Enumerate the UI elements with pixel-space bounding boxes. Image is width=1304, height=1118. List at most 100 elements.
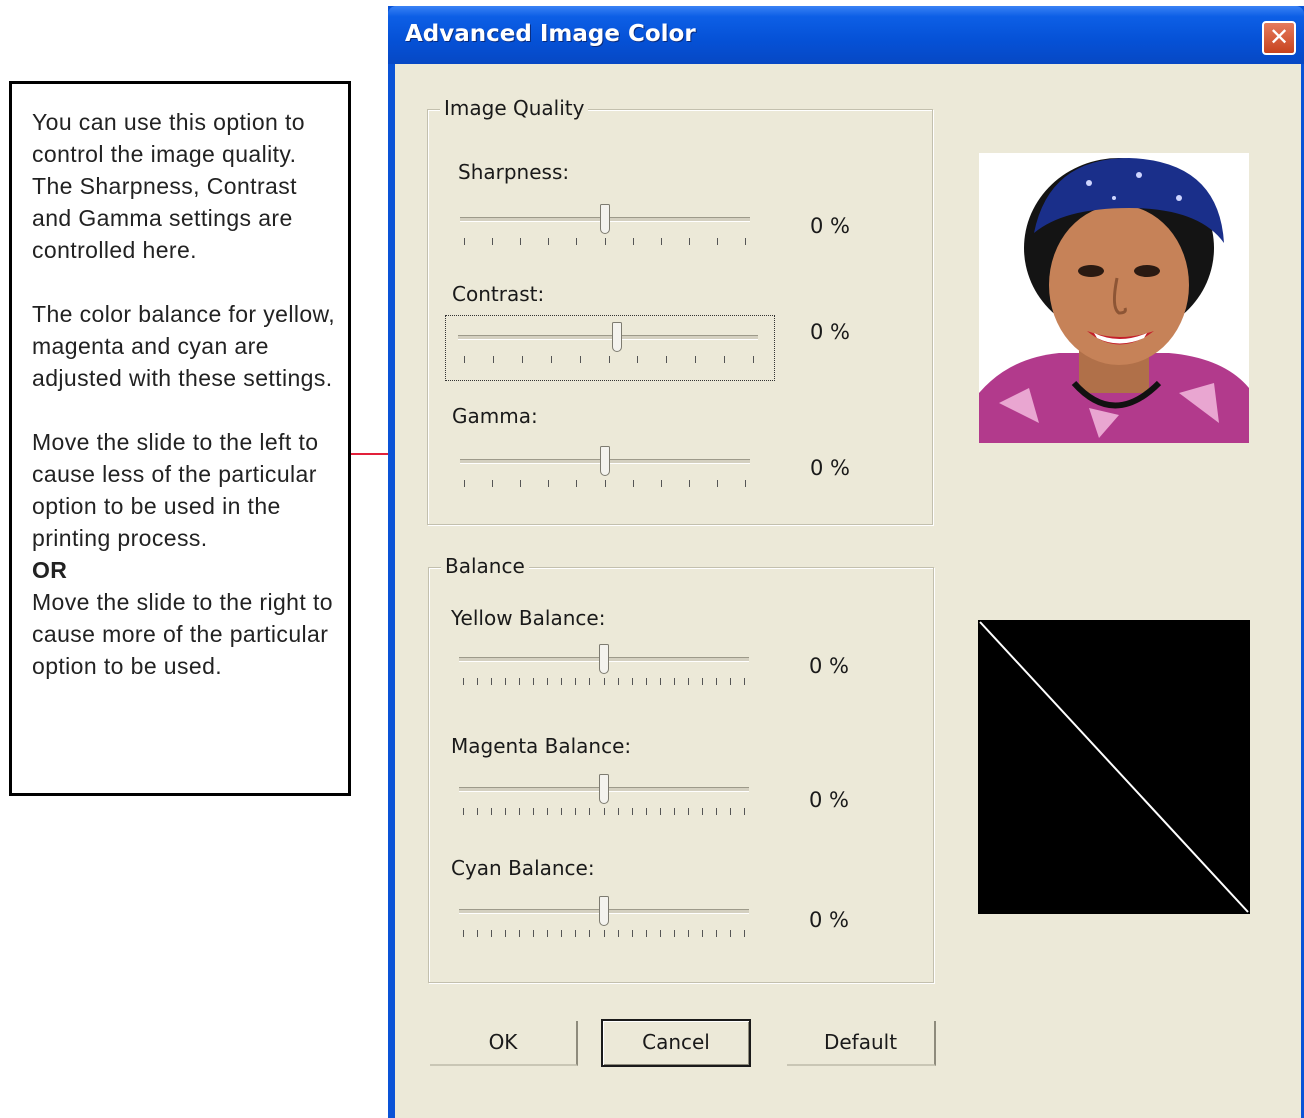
slider-tick [674, 678, 675, 685]
slider-tick [491, 930, 492, 937]
cancel-button[interactable]: Cancel [601, 1019, 751, 1067]
slider-tick [463, 678, 464, 685]
slider-tick [580, 356, 581, 363]
slider-tick [605, 480, 606, 487]
slider-tick [689, 480, 690, 487]
slider-tick [730, 678, 731, 685]
slider-tick [533, 678, 534, 685]
slider-tick [646, 808, 647, 815]
sharpness-slider[interactable] [454, 198, 754, 258]
slider-tick [561, 930, 562, 937]
slider-tick [716, 808, 717, 815]
yellow-balance-slider-thumb[interactable] [599, 644, 609, 674]
slider-tick [463, 930, 464, 937]
slider-tick [522, 356, 523, 363]
cyan-balance-slider-thumb[interactable] [599, 896, 609, 926]
gamma-label: Gamma: [452, 404, 538, 428]
slider-tick [505, 930, 506, 937]
dialog-title: Advanced Image Color [405, 21, 696, 47]
slider-tick [744, 678, 745, 685]
callout-description: You can use this option to control the i… [9, 81, 351, 796]
slider-tick [633, 480, 634, 487]
slider-tick [702, 808, 703, 815]
slider-tick [688, 808, 689, 815]
slider-tick [548, 480, 549, 487]
slider-tick [689, 238, 690, 245]
contrast-slider[interactable] [445, 315, 775, 381]
gamma-slider[interactable] [454, 440, 754, 500]
slider-tick [661, 238, 662, 245]
slider-tick [575, 808, 576, 815]
magenta-balance-label: Magenta Balance: [451, 734, 632, 758]
slider-tick [688, 678, 689, 685]
ok-button[interactable]: OK [430, 1021, 578, 1066]
yellow-balance-ticks [463, 678, 745, 688]
slider-tick [674, 808, 675, 815]
default-button[interactable]: Default [787, 1021, 936, 1066]
slider-tick [547, 808, 548, 815]
slider-tick [519, 930, 520, 937]
slider-tick [505, 678, 506, 685]
callout-paragraph-4: Move the slide to the right to cause mor… [32, 589, 333, 679]
slider-tick [618, 930, 619, 937]
sharpness-value: 0 % [810, 214, 850, 238]
slider-tick [561, 678, 562, 685]
slider-tick [618, 808, 619, 815]
slider-tick [688, 930, 689, 937]
slider-tick [646, 930, 647, 937]
slider-tick [745, 480, 746, 487]
slider-tick [717, 480, 718, 487]
contrast-slider-thumb[interactable] [612, 322, 622, 352]
contrast-value: 0 % [810, 320, 850, 344]
slider-tick [551, 356, 552, 363]
slider-tick [604, 930, 605, 937]
slider-tick [464, 356, 465, 363]
slider-tick [660, 678, 661, 685]
cyan-balance-slider[interactable] [453, 890, 753, 950]
slider-tick [646, 678, 647, 685]
close-button[interactable]: ✕ [1262, 21, 1296, 55]
slider-tick [666, 356, 667, 363]
slider-tick [637, 356, 638, 363]
slider-tick [463, 808, 464, 815]
preview-photo [979, 153, 1249, 443]
slider-tick [695, 356, 696, 363]
callout-paragraph-1: You can use this option to control the i… [32, 109, 305, 263]
slider-tick [589, 808, 590, 815]
slider-tick [609, 356, 610, 363]
yellow-balance-value: 0 % [809, 654, 849, 678]
curve-graph [978, 620, 1250, 914]
slider-tick [464, 480, 465, 487]
slider-tick [744, 930, 745, 937]
cyan-balance-value: 0 % [809, 908, 849, 932]
slider-tick [702, 930, 703, 937]
slider-tick [519, 678, 520, 685]
dialog-titlebar[interactable]: Advanced Image Color ✕ [388, 6, 1304, 64]
slider-tick [660, 808, 661, 815]
slider-tick [660, 930, 661, 937]
slider-tick [618, 678, 619, 685]
gamma-slider-thumb[interactable] [600, 446, 610, 476]
contrast-label: Contrast: [452, 282, 545, 306]
slider-tick [464, 238, 465, 245]
balance-legend: Balance [441, 554, 529, 578]
magenta-balance-ticks [463, 808, 745, 818]
gamma-value: 0 % [810, 456, 850, 480]
slider-tick [505, 808, 506, 815]
slider-tick [716, 930, 717, 937]
slider-tick [493, 356, 494, 363]
balance-group: Balance Yellow Balance: 0 % Magenta Bala… [428, 554, 934, 983]
slider-tick [520, 238, 521, 245]
sharpness-label: Sharpness: [458, 160, 570, 184]
slider-tick [575, 678, 576, 685]
slider-tick [492, 480, 493, 487]
yellow-balance-slider[interactable] [453, 638, 753, 698]
slider-tick [548, 238, 549, 245]
magenta-balance-slider-thumb[interactable] [599, 774, 609, 804]
slider-tick [576, 480, 577, 487]
advanced-image-color-dialog: Advanced Image Color ✕ Image Quality Sha… [388, 6, 1304, 1118]
magenta-balance-slider[interactable] [453, 768, 753, 828]
sharpness-slider-thumb[interactable] [600, 204, 610, 234]
callout-paragraph-2: The color balance for yellow, magenta an… [32, 301, 336, 391]
gamma-ticks [464, 480, 746, 490]
